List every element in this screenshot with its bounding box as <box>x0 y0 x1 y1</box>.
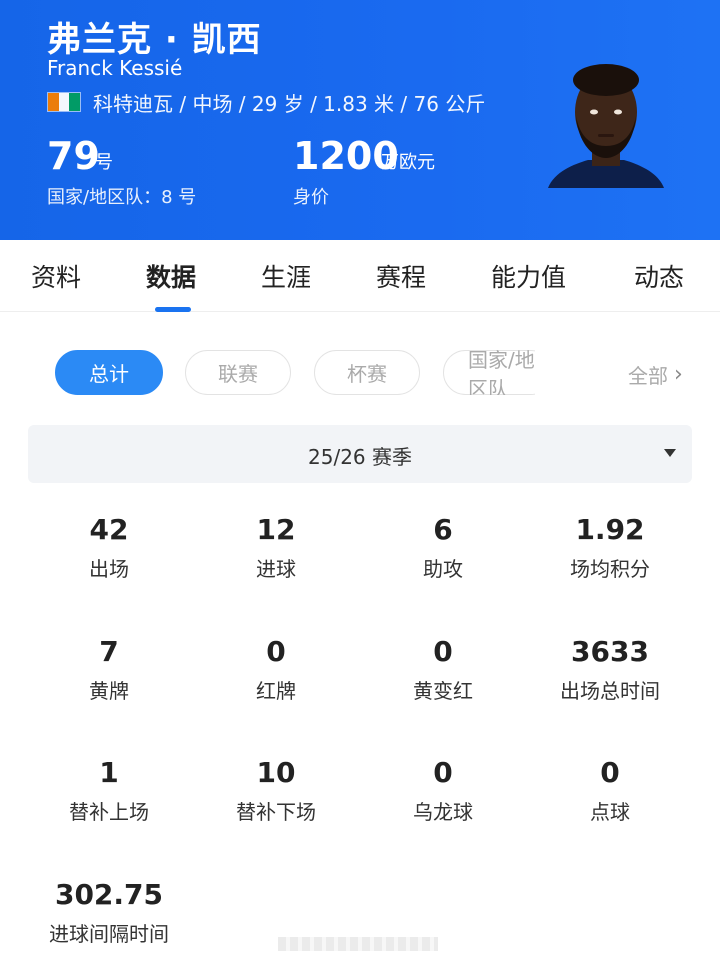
active-tab-indicator <box>155 307 191 312</box>
tab-career[interactable]: 生涯 <box>261 258 311 294</box>
caret-down-icon <box>664 449 676 457</box>
filter-cup[interactable]: 杯赛 <box>314 350 420 395</box>
player-name-cn: 弗兰克 · 凯西 <box>47 20 262 60</box>
stat-value: 302.75 <box>54 878 164 911</box>
season-dropdown[interactable]: 25/26 赛季 <box>28 425 692 483</box>
stat-value: 1.92 <box>575 513 645 546</box>
player-header: 弗兰克 · 凯西 Franck Kessié 科特迪瓦 / 中场 / 29 岁 … <box>0 0 720 240</box>
chevron-right-icon: › <box>674 362 683 387</box>
stat-value: 0 <box>433 635 453 668</box>
stat-label: 进球间隔时间 <box>49 922 169 946</box>
stat-value: 1 <box>99 756 119 789</box>
tab-stats[interactable]: 数据 <box>146 258 196 294</box>
shirt-number-unit: 号 <box>95 152 113 173</box>
tab-news[interactable]: 动态 <box>634 258 684 294</box>
market-value-label: 身价 <box>293 187 329 208</box>
stat-label: 乌龙球 <box>413 800 473 824</box>
stat-red-cards: 0 红牌 <box>186 633 366 704</box>
stat-label: 出场 <box>89 557 129 581</box>
stat-goals: 12 进球 <box>186 511 366 582</box>
tab-ability[interactable]: 能力值 <box>491 258 566 294</box>
stat-label: 黄牌 <box>89 679 129 703</box>
stat-value: 12 <box>256 513 296 546</box>
player-name-en: Franck Kessié <box>47 56 183 80</box>
stat-label: 助攻 <box>423 557 463 581</box>
season-label: 25/26 赛季 <box>308 445 412 469</box>
tab-profile[interactable]: 资料 <box>31 258 81 294</box>
stat-label: 点球 <box>590 800 630 824</box>
stat-value: 0 <box>600 756 620 789</box>
stat-minutes-played: 3633 出场总时间 <box>520 633 700 704</box>
stat-minutes-per-goal: 302.75 进球间隔时间 <box>19 876 199 947</box>
stat-value: 3633 <box>571 635 649 668</box>
stat-points-per-game: 1.92 场均积分 <box>520 511 700 582</box>
stat-label: 进球 <box>256 557 296 581</box>
stat-sub-on: 1 替补上场 <box>19 754 199 825</box>
market-value-unit: 万欧元 <box>381 152 435 173</box>
filter-national-clip: 国家/地区队 <box>443 350 535 395</box>
stat-value: 10 <box>256 756 296 789</box>
stat-second-yellow: 0 黄变红 <box>353 633 533 704</box>
player-info: 科特迪瓦 / 中场 / 29 岁 / 1.83 米 / 76 公斤 <box>93 91 486 116</box>
stat-value: 42 <box>89 513 129 546</box>
stat-value: 0 <box>433 756 453 789</box>
national-team-number: 国家/地区队：8 号 <box>47 187 197 208</box>
stat-value: 6 <box>433 513 453 546</box>
stat-own-goals: 0 乌龙球 <box>353 754 533 825</box>
filter-national[interactable]: 国家/地区队 <box>443 350 535 395</box>
stat-assists: 6 助攻 <box>353 511 533 582</box>
stat-label: 红牌 <box>256 679 296 703</box>
ivory-coast-flag-icon <box>47 92 81 112</box>
stat-value: 0 <box>266 635 286 668</box>
player-info-row: 科特迪瓦 / 中场 / 29 岁 / 1.83 米 / 76 公斤 <box>47 89 486 116</box>
stat-yellow-cards: 7 黄牌 <box>19 633 199 704</box>
tab-bar: 资料 数据 生涯 赛程 能力值 动态 <box>0 240 720 312</box>
stat-label: 黄变红 <box>413 679 473 703</box>
filter-league[interactable]: 联赛 <box>185 350 291 395</box>
watermark <box>278 937 438 951</box>
stat-value: 7 <box>99 635 119 668</box>
stat-label: 替补上场 <box>69 800 149 824</box>
tab-schedule[interactable]: 赛程 <box>376 258 426 294</box>
stat-label: 出场总时间 <box>560 679 660 703</box>
stat-label: 替补下场 <box>236 800 316 824</box>
filter-total[interactable]: 总计 <box>55 350 163 395</box>
stat-appearances: 42 出场 <box>19 511 199 582</box>
all-filters-label: 全部 <box>628 364 668 388</box>
shirt-number: 79 <box>47 134 100 178</box>
all-filters-button[interactable]: 全部 › <box>628 360 683 389</box>
stat-label: 场均积分 <box>570 557 650 581</box>
stat-penalties: 0 点球 <box>520 754 700 825</box>
player-photo <box>548 64 664 188</box>
stat-sub-off: 10 替补下场 <box>186 754 366 825</box>
